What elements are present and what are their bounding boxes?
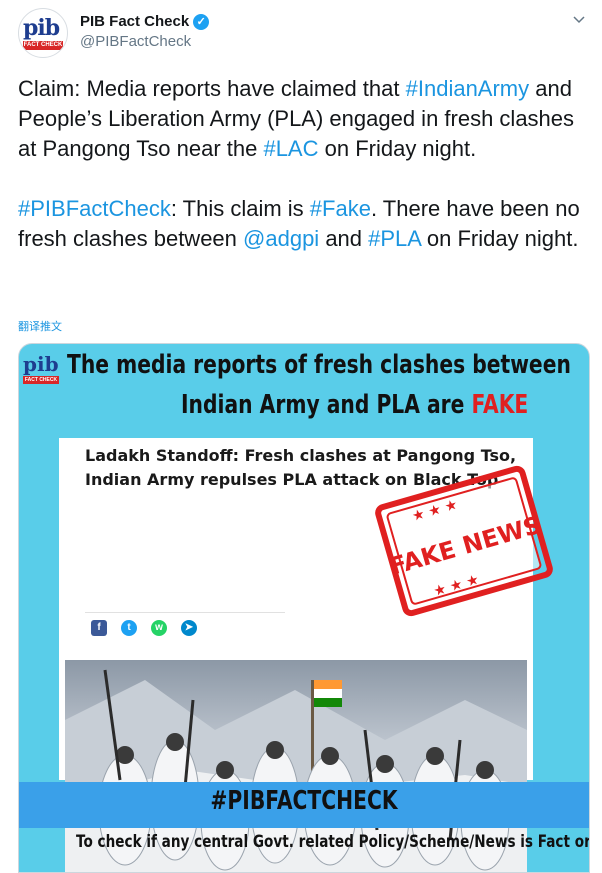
avatar-logo-text: pib — [23, 15, 60, 41]
whatsapp-icon: w — [151, 620, 167, 636]
name-row: PIB Fact Check ✓ — [80, 13, 210, 30]
claim-text-3: on Friday night. — [318, 136, 477, 161]
hashtag-fake[interactable]: #Fake — [310, 196, 371, 221]
factcheck-text-4: on Friday night. — [420, 226, 579, 251]
card-headline-line2: Indian Army and PLA are FAKE — [181, 390, 528, 420]
claim-text-1: Claim: Media reports have claimed that — [18, 76, 406, 101]
verified-badge-icon: ✓ — [193, 13, 210, 30]
avatar[interactable]: pib FACT CHECK — [18, 8, 68, 58]
share-icons: f t w ➤ — [91, 620, 197, 636]
tweet-paragraph-claim: Claim: Media reports have claimed that #… — [18, 74, 588, 164]
tweet-header: pib FACT CHECK PIB Fact Check ✓ @PIBFact… — [18, 8, 590, 58]
factcheck-text-1: : This claim is — [170, 196, 310, 221]
twitter-icon: t — [121, 620, 137, 636]
factcheck-text-3: and — [319, 226, 369, 251]
hashtag-pla[interactable]: #PLA — [368, 226, 421, 251]
hashtag-lac[interactable]: #LAC — [263, 136, 318, 161]
tweet-text: Claim: Media reports have claimed that #… — [18, 74, 588, 254]
hashtag-pibfactcheck[interactable]: #PIBFactCheck — [18, 196, 171, 221]
translate-tweet-link[interactable]: 翻译推文 — [18, 318, 62, 334]
divider — [85, 612, 285, 613]
display-name[interactable]: PIB Fact Check — [80, 13, 189, 30]
tweet-media-image[interactable]: pib FACT CHECK The media reports of fres… — [18, 343, 590, 873]
telegram-icon: ➤ — [181, 620, 197, 636]
bottom-caption: To check if any central Govt. related Po… — [76, 832, 590, 852]
avatar-logo-band: FACT CHECK — [23, 41, 63, 50]
pib-logo-text: pib — [23, 352, 59, 376]
user-handle[interactable]: @PIBFactCheck — [80, 33, 191, 50]
pib-logo-band: FACT CHECK — [23, 376, 59, 384]
facebook-icon: f — [91, 620, 107, 636]
hashtag-indianarmy[interactable]: #IndianArmy — [406, 76, 530, 101]
chevron-down-icon[interactable] — [572, 12, 586, 28]
pib-logo: pib FACT CHECK — [23, 352, 65, 392]
footer-hashtag-title: #PIBFACTCHECK — [210, 786, 398, 816]
card-headline-line2-prefix: Indian Army and PLA are — [181, 390, 472, 420]
card-headline-line1: The media reports of fresh clashes betwe… — [67, 350, 571, 380]
tweet-paragraph-factcheck: #PIBFactCheck: This claim is #Fake. Ther… — [18, 194, 588, 254]
card-headline-fake: FAKE — [471, 390, 529, 420]
footer-bar: #PIBFACTCHECK — [19, 782, 589, 828]
mention-adgpi[interactable]: @adgpi — [243, 226, 319, 251]
